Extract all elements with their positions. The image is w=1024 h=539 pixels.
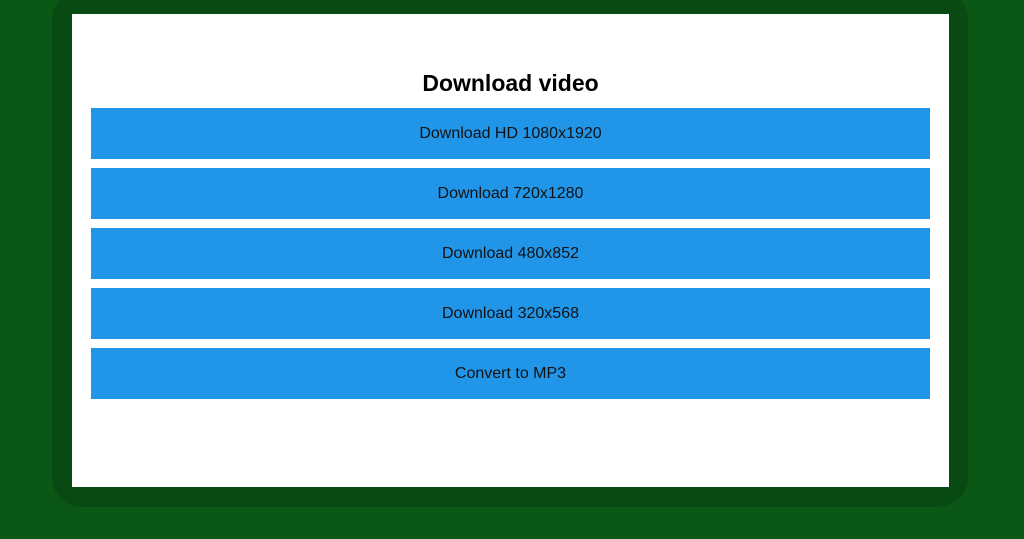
download-480x852-button[interactable]: Download 480x852 (91, 228, 930, 279)
convert-to-mp3-button[interactable]: Convert to MP3 (91, 348, 930, 399)
dialog-title: Download video (422, 70, 599, 96)
download-options-list: Download HD 1080x1920 Download 720x1280 … (91, 108, 930, 408)
download-dialog: Download video Download HD 1080x1920 Dow… (72, 14, 949, 487)
download-320x568-button[interactable]: Download 320x568 (91, 288, 930, 339)
download-hd-1080x1920-button[interactable]: Download HD 1080x1920 (91, 108, 930, 159)
download-720x1280-button[interactable]: Download 720x1280 (91, 168, 930, 219)
